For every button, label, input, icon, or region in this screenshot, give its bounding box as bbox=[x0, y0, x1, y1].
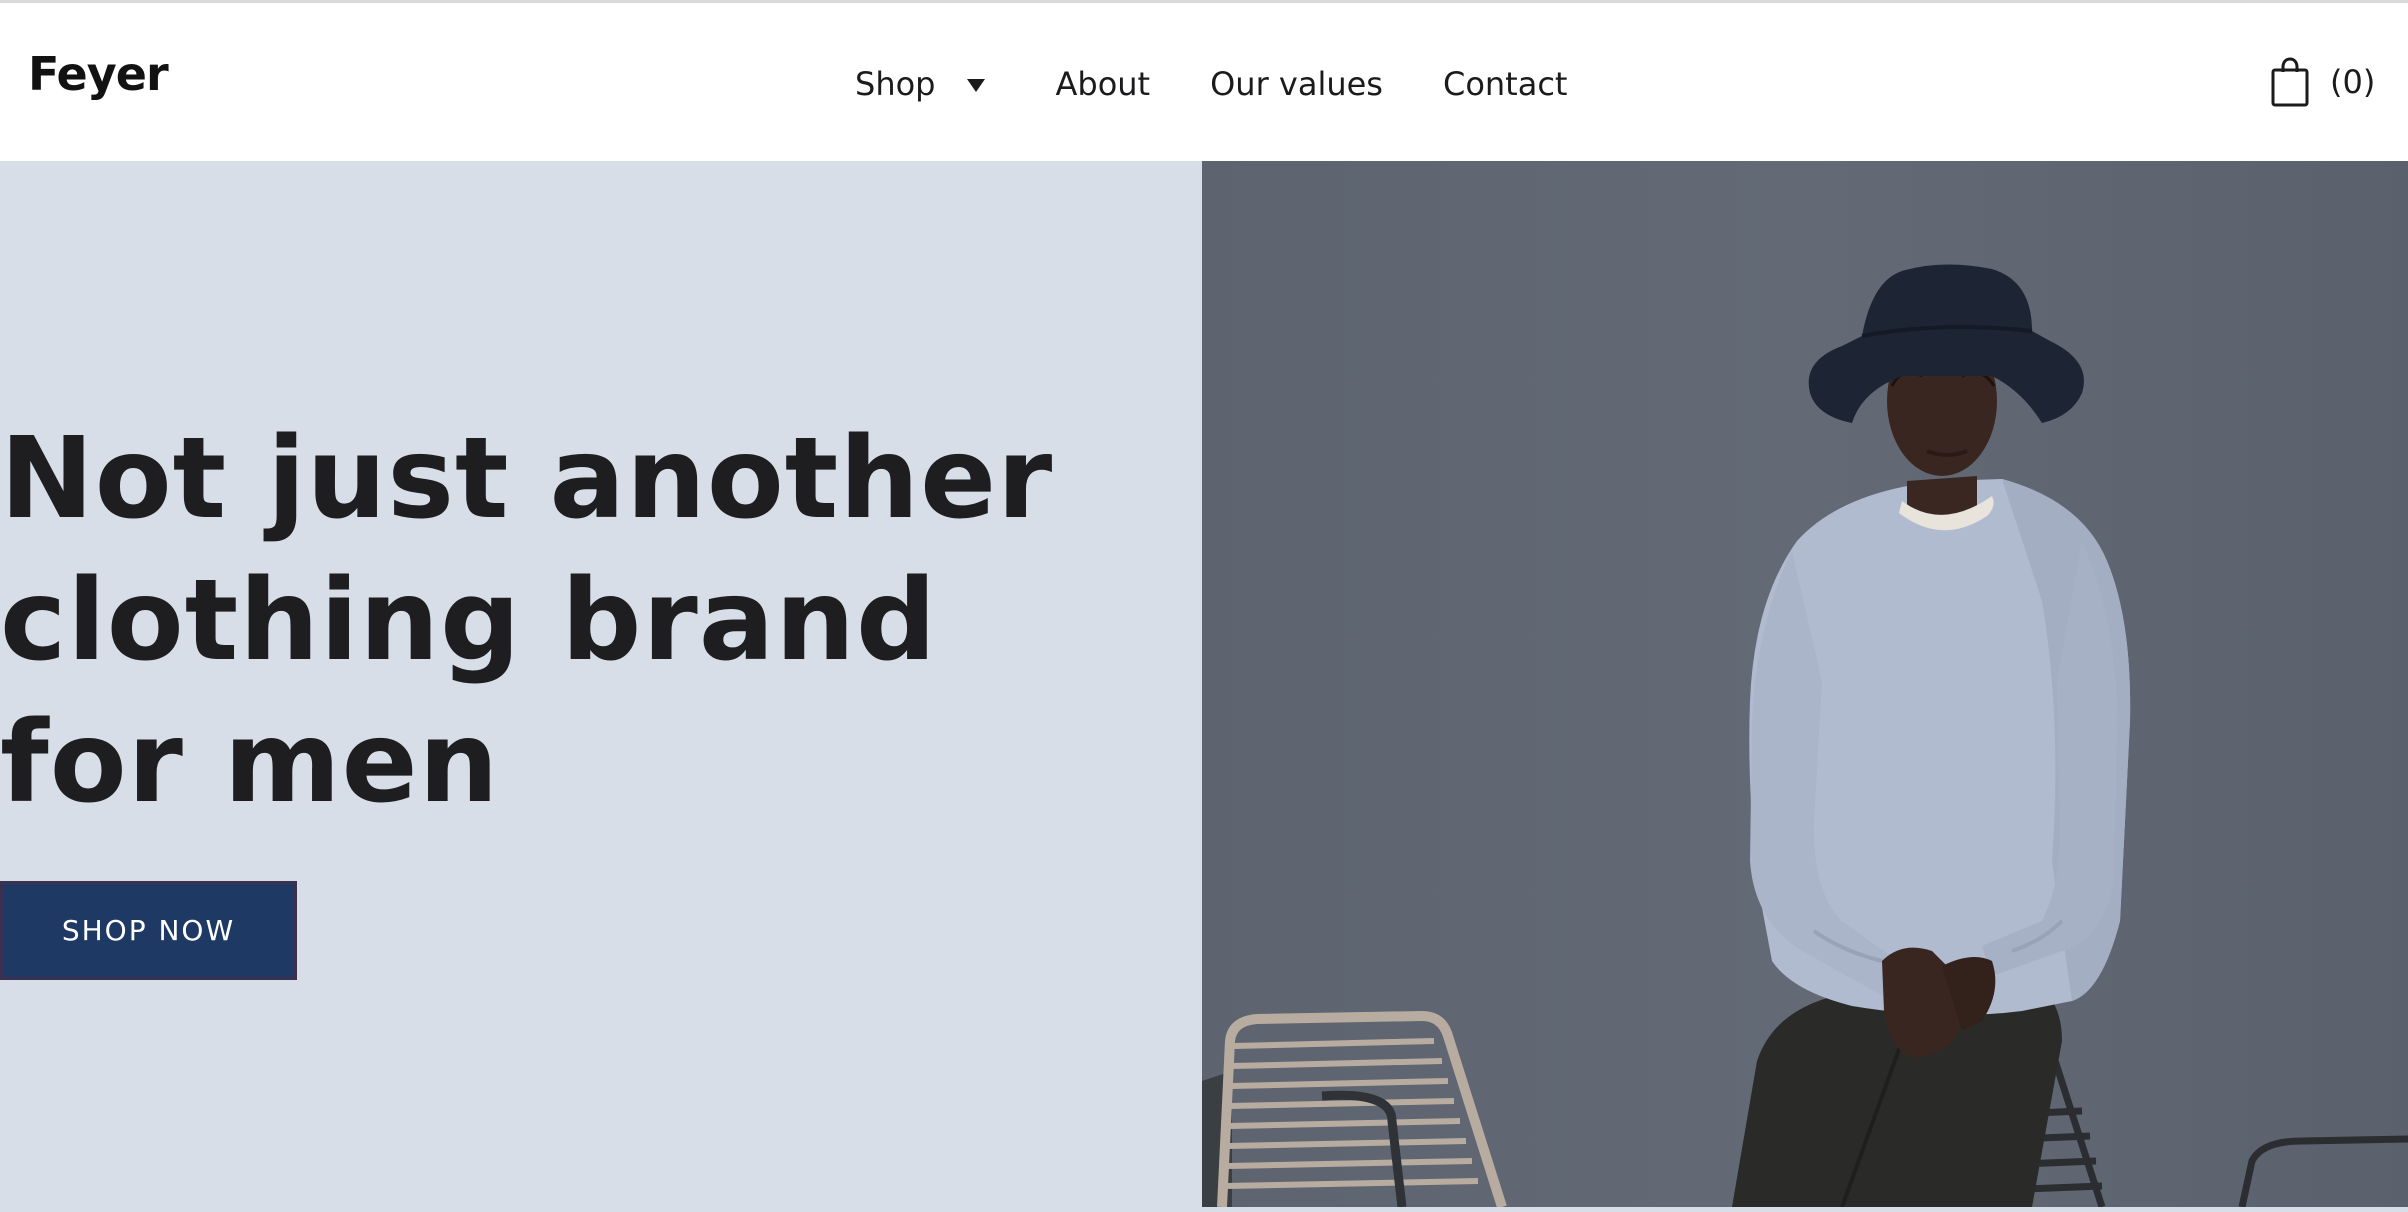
nav-item-shop-label: Shop bbox=[855, 65, 936, 103]
page: Feyer Shop About Our values Contact (0) … bbox=[0, 0, 2408, 1212]
hero-photo bbox=[1202, 161, 2408, 1207]
nav-item-shop[interactable]: Shop bbox=[855, 65, 986, 103]
shop-now-button[interactable]: SHOP NOW bbox=[0, 881, 297, 980]
cart-button[interactable]: (0) bbox=[2270, 56, 2375, 108]
chevron-down-icon[interactable] bbox=[967, 78, 986, 92]
nav-item-contact[interactable]: Contact bbox=[1443, 68, 1568, 100]
hero-title: Not just another clothing brand for men bbox=[0, 408, 1054, 834]
hero-title-line: Not just another bbox=[0, 414, 1054, 544]
cart-count: (0) bbox=[2330, 63, 2376, 101]
hero-title-line: for men bbox=[0, 698, 500, 828]
nav-item-our-values[interactable]: Our values bbox=[1210, 68, 1383, 100]
nav-item-about[interactable]: About bbox=[1055, 68, 1150, 100]
main-nav: Shop About Our values Contact bbox=[855, 64, 1567, 104]
shopping-bag-icon bbox=[2271, 57, 2309, 107]
site-header: Feyer Shop About Our values Contact (0) bbox=[0, 6, 2408, 161]
hero-section: Not just another clothing brand for men … bbox=[0, 161, 2408, 1207]
brand-logo[interactable]: Feyer bbox=[28, 51, 169, 97]
hero-image bbox=[1202, 161, 2408, 1207]
bottom-strip bbox=[0, 1207, 2408, 1212]
hero-title-line: clothing brand bbox=[0, 556, 938, 686]
hero-text-panel: Not just another clothing brand for men … bbox=[0, 161, 1202, 1207]
